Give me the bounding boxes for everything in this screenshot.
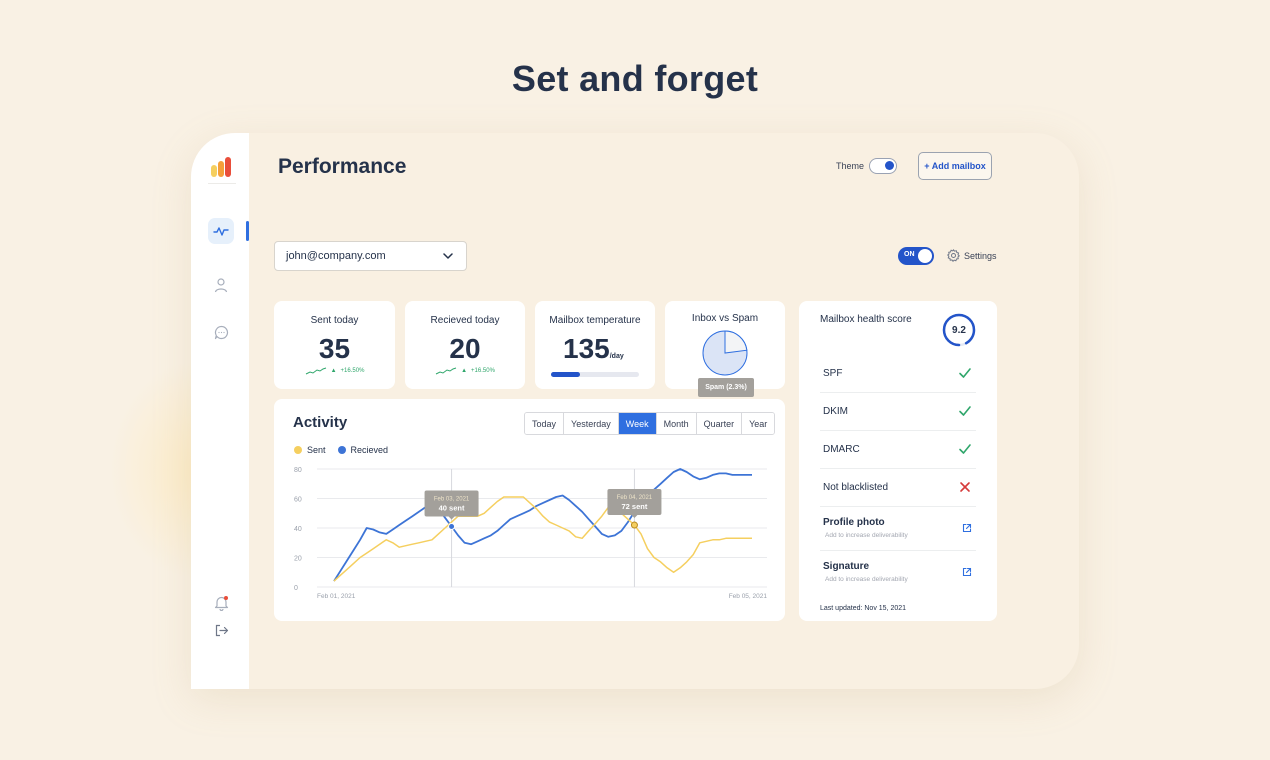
tooltip-date: Feb 04, 2021 [617,495,653,501]
health-title: Mailbox health score [820,314,912,325]
cross-icon [960,482,970,492]
last-updated: Last updated: Nov 15, 2021 [820,605,907,612]
check-row-dmarc: DMARC [820,431,976,469]
check-icon [959,406,971,416]
toggle-knob [885,161,894,170]
temperature-unit: /day [609,353,624,360]
y-tick-label: 40 [294,526,302,533]
trend-value: +16.50% [471,368,495,374]
activity-card: Activity Today Yesterday Week Month Quar… [274,399,785,621]
external-link-icon[interactable] [962,567,972,577]
logout-icon[interactable] [215,624,229,637]
stat-value: 135/day [563,333,624,365]
trend-up-icon: ▲ [330,368,337,374]
y-tick-label: 0 [294,585,298,592]
check-name: DMARC [823,444,860,455]
headline: Set and forget [511,58,759,99]
health-card: Mailbox health score 9.2 SPF DKIM DMARC … [799,301,997,621]
check-icon [959,368,971,378]
health-score-ring: 9.2 [942,313,976,347]
theme-toggle[interactable] [869,158,897,174]
tooltip-date: Feb 03, 2021 [434,497,470,503]
check-row-spf: SPF [820,355,976,393]
trend-up-icon: ▲ [461,368,468,374]
trend-sparkline-icon [305,367,326,375]
toggle-label: ON [904,251,915,258]
app-window: Performance Theme + Add mailbox john@com… [191,133,1079,689]
stat-card-temperature: Mailbox temperature 135/day [535,301,655,389]
theme-label: Theme [836,161,865,171]
activity-chart: 0 20 40 60 80 Feb 01, 2021 Feb 05, 2021 Feb 03,… [294,467,768,600]
active-indicator [246,221,249,241]
stat-label: Recieved today [430,315,500,326]
settings-label: Settings [964,250,997,261]
chart-tooltip-arrow [448,516,455,520]
sidebar [191,133,249,689]
stat-card-inbox-spam: Inbox vs Spam [665,301,785,389]
inbox-spam-pie [702,330,748,376]
x-tick-label: Feb 05, 2021 [729,593,768,600]
chat-icon[interactable] [214,325,229,340]
highlight-point [448,523,456,531]
mailbox-select-value: john@company.com [286,250,386,262]
extra-subtitle: Add to increase deliverability [825,576,908,583]
extra-name: Signature [823,561,870,572]
stat-label: Sent today [310,315,359,326]
y-tick-label: 20 [294,556,302,563]
stat-value: 35 [318,333,351,364]
x-tick-label: Feb 01, 2021 [317,593,356,600]
tooltip-value: 72 sent [622,502,648,511]
temperature-bar-fill [551,372,581,377]
trend: ▲ +16.50% [274,367,395,375]
chevron-down-icon [443,253,453,259]
activity-icon [213,227,229,236]
y-tick-label: 80 [294,467,302,474]
stat-value: 20 [449,333,481,364]
settings-button[interactable]: Settings [947,249,997,262]
stat-label: Mailbox temperature [549,315,641,326]
external-link-icon[interactable] [962,523,972,533]
highlight-point [630,521,638,529]
y-tick-label: 60 [294,497,302,504]
check-name: Not blacklisted [823,482,889,493]
temperature-bar [551,372,639,377]
health-score-value: 9.2 [952,324,966,336]
check-row-signature[interactable]: Signature Add to increase deliverability [820,551,976,595]
check-icon [959,444,971,454]
sidebar-item-activity[interactable] [208,218,234,244]
bell-icon[interactable] [214,595,229,611]
spam-slice [724,330,748,354]
tooltip-value: 40 sent [439,504,465,513]
check-name: DKIM [823,406,848,417]
check-row-blacklist: Not blacklisted [820,469,976,507]
series-line-sent [333,496,752,582]
bar-logo-icon[interactable] [211,157,233,177]
check-row-dkim: DKIM [820,393,976,431]
mailbox-select[interactable]: john@company.com [274,241,467,271]
temperature-value: 135 [563,333,610,364]
mailbox-on-toggle[interactable]: ON [898,247,934,265]
extra-name: Profile photo [823,517,885,528]
trend: ▲ +16.50% [405,367,525,375]
page-title: Performance [278,155,407,178]
check-name: SPF [823,368,843,379]
divider [208,183,236,184]
trend-sparkline-icon [435,367,457,375]
toggle-knob [918,249,932,263]
stat-card-sent: Sent today 35 ▲ +16.50% [274,301,395,389]
extra-subtitle: Add to increase deliverability [825,532,908,539]
spam-tooltip: Spam (2.3%) [698,378,754,397]
check-row-profile-photo[interactable]: Profile photo Add to increase deliverabi… [820,507,976,551]
add-mailbox-button[interactable]: + Add mailbox [918,152,992,180]
stat-label: Inbox vs Spam [691,313,759,324]
user-icon[interactable] [214,277,228,293]
series-line-recieved [333,468,752,582]
stat-card-received: Recieved today 20 ▲ +16.50% [405,301,525,389]
trend-value: +16.50% [340,368,365,374]
gear-icon [947,249,960,262]
